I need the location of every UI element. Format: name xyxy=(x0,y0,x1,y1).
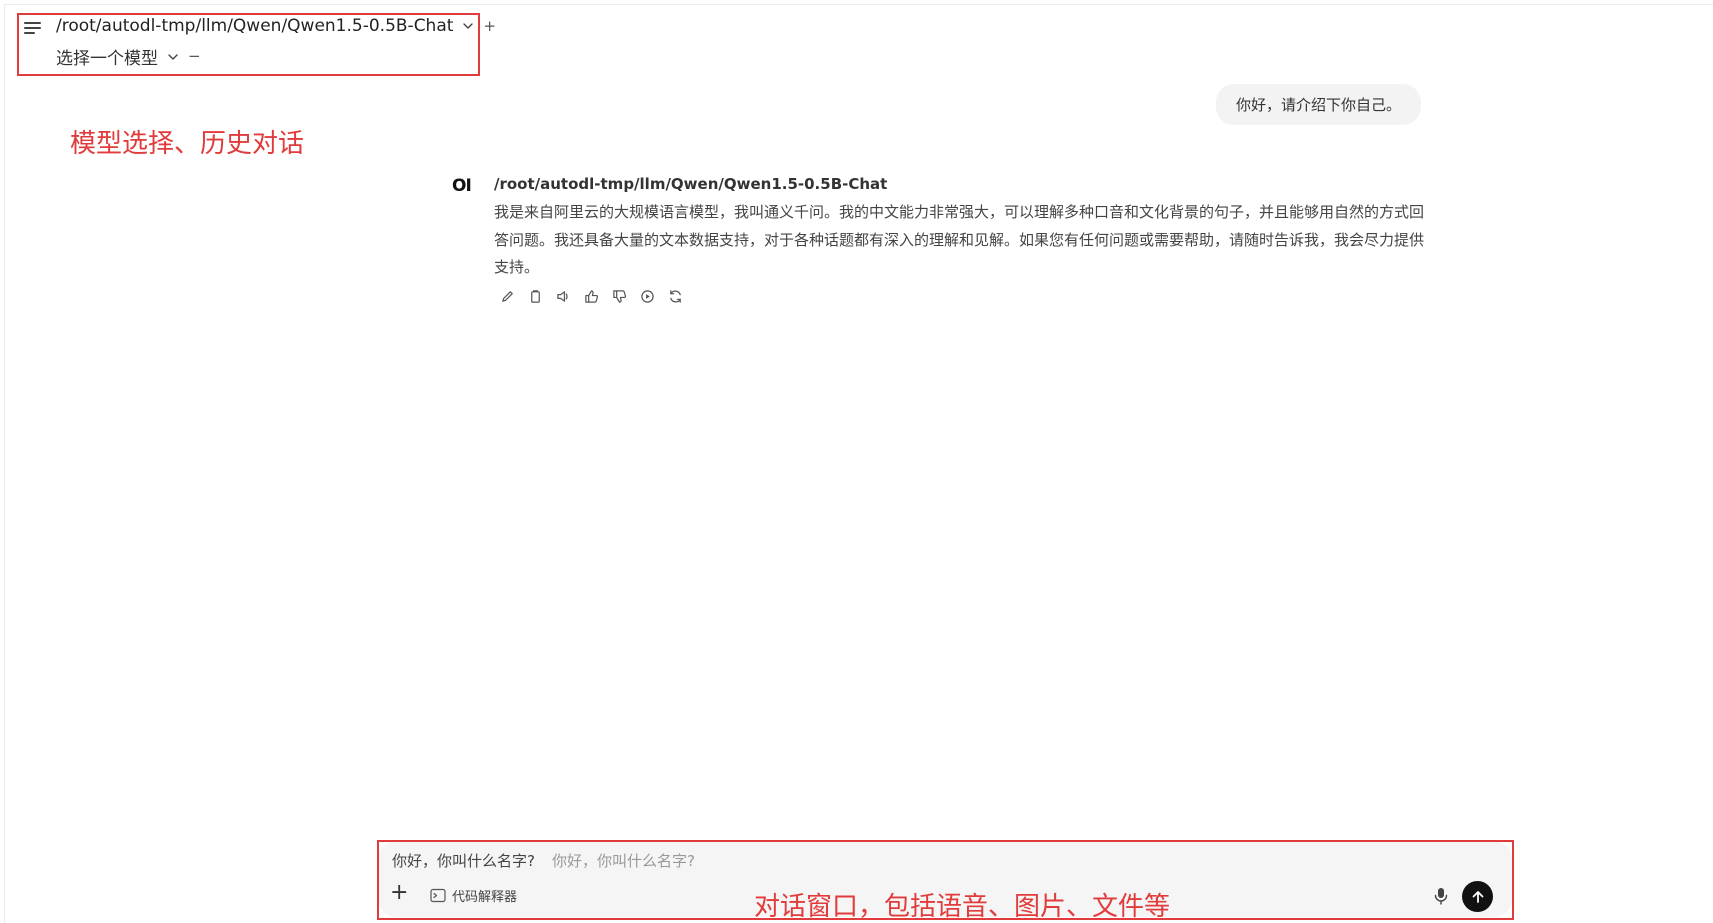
edit-icon[interactable] xyxy=(499,288,516,305)
user-message-bubble: 你好，请介绍下你自己。 xyxy=(1215,84,1421,125)
add-model-button[interactable]: + xyxy=(483,18,496,34)
speaker-icon[interactable] xyxy=(555,288,572,305)
assistant-message-text: 我是来自阿里云的大规模语言模型，我叫通义千问。我的中文能力非常强大，可以理解多种… xyxy=(494,203,1425,276)
thumbs-up-icon[interactable] xyxy=(583,288,600,305)
assistant-avatar: OI xyxy=(452,176,472,196)
thumbs-down-icon[interactable] xyxy=(611,288,628,305)
annotation-box-top xyxy=(17,13,480,76)
annotation-label-bottom: 对话窗口，包括语音、图片、文件等 xyxy=(754,892,1171,922)
assistant-model-name: /root/autodl-tmp/llm/Qwen/Qwen1.5-0.5B-C… xyxy=(494,175,888,193)
annotation-label-top: 模型选择、历史对话 xyxy=(70,129,305,159)
message-actions xyxy=(499,288,684,305)
regenerate-icon[interactable] xyxy=(667,288,684,305)
play-icon[interactable] xyxy=(639,288,656,305)
copy-icon[interactable] xyxy=(527,288,544,305)
